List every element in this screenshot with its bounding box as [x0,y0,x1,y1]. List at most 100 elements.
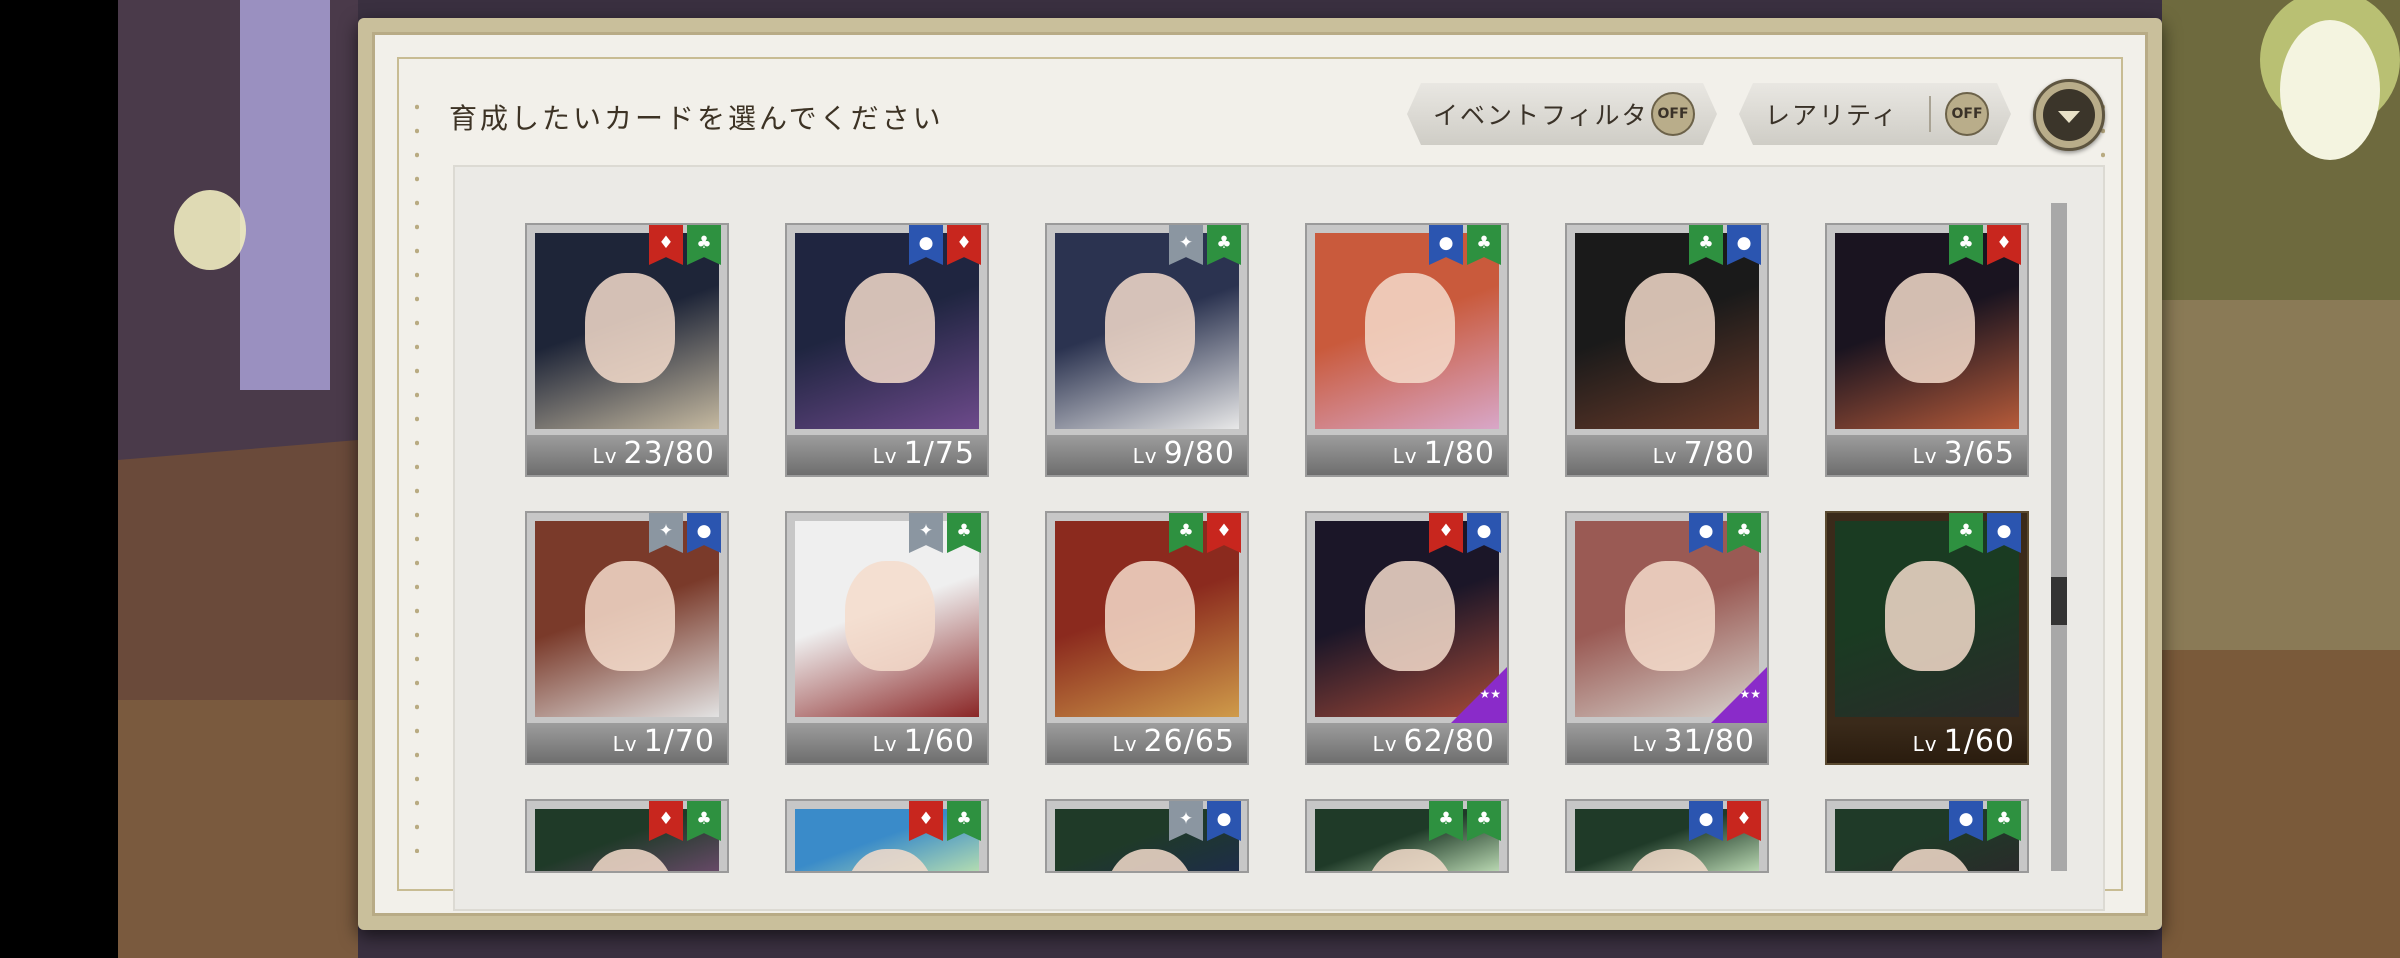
left-letterbox [0,0,118,958]
card-item[interactable]: ♣ ● Lv 7/80 [1565,223,1769,477]
character-face [585,273,675,383]
card-item[interactable]: ✦ ♣ Lv 1/60 [785,511,989,765]
card-level: Lv 23/80 [593,436,715,471]
scrollbar-thumb[interactable] [2051,577,2067,625]
rarity-stars-badge: ★★ [1449,667,1507,725]
card-item[interactable]: ✦ ● [1045,799,1249,873]
level-prefix: Lv [1392,444,1418,468]
card-item[interactable]: ● ♣ ★★ Lv 31/80 [1565,511,1769,765]
character-face [1885,561,1975,671]
card-item[interactable]: ♣ ♦ Lv 26/65 [1045,511,1249,765]
level-bar: Lv 1/75 [787,435,987,475]
level-prefix: Lv [1912,444,1938,468]
level-bar: Lv 23/80 [527,435,727,475]
level-prefix: Lv [1912,732,1938,756]
character-face [1365,849,1455,871]
character-face [585,849,675,871]
level-bar: Lv 1/80 [1307,435,1507,475]
card-item[interactable]: ♣ ♦ Lv 3/65 [1825,223,2029,477]
level-bar: Lv 1/60 [787,723,987,763]
level-value: 3/65 [1943,436,2015,471]
level-value: 23/80 [623,436,715,471]
card-item[interactable]: ✦ ● Lv 1/70 [525,511,729,765]
level-value: 9/80 [1163,436,1235,471]
card-level: Lv 1/70 [613,724,715,759]
card-select-panel: 育成したいカードを選んでください イベントフィルタ OFF レアリティ OFF … [358,18,2162,930]
level-value: 1/75 [903,436,975,471]
character-face [1625,273,1715,383]
panel-inner: 育成したいカードを選んでください イベントフィルタ OFF レアリティ OFF … [372,32,2148,916]
level-prefix: Lv [1132,444,1158,468]
character-face [1105,561,1195,671]
scrollbar[interactable] [2051,203,2067,871]
card-level: Lv 1/80 [1393,436,1495,471]
card-item[interactable]: ♦ ● ★★ Lv 62/80 [1305,511,1509,765]
level-prefix: Lv [1652,444,1678,468]
card-level: Lv 7/80 [1653,436,1755,471]
rarity-filter-off-badge: OFF [1945,92,1989,136]
card-level: Lv 1/60 [873,724,975,759]
chevron-down-icon [2043,89,2095,141]
card-level: Lv 9/80 [1133,436,1235,471]
level-bar: Lv 3/65 [1827,435,2027,475]
card-level: Lv 62/80 [1373,724,1495,759]
character-face [1105,273,1195,383]
character-face [1365,273,1455,383]
character-face [1885,273,1975,383]
card-item[interactable]: ♦ ♣ Lv 23/80 [525,223,729,477]
card-item[interactable]: ● ♣ Lv 1/80 [1305,223,1509,477]
card-item[interactable]: ✦ ♣ Lv 9/80 [1045,223,1249,477]
level-value: 1/60 [903,724,975,759]
level-value: 1/70 [643,724,715,759]
character-face [1625,561,1715,671]
level-value: 7/80 [1683,436,1755,471]
character-face [845,561,935,671]
level-prefix: Lv [872,444,898,468]
card-item[interactable]: ♦ ♣ [785,799,989,873]
level-bar: Lv 31/80 [1567,723,1767,763]
card-list[interactable]: ♦ ♣ Lv 23/80 ● ♦ Lv 1/75 ✦ ♣ Lv 9/80 ● ♣ Lv 1/80 ♣ ● Lv 7/8… [453,165,2105,911]
character-face [1105,849,1195,871]
rarity-stars-badge: ★★ [1709,667,1767,725]
card-level: Lv 1/75 [873,436,975,471]
divider [1929,96,1931,132]
level-bar: Lv 1/70 [527,723,727,763]
rarity-filter-label: レアリティ [1765,101,1899,130]
level-prefix: Lv [1632,732,1658,756]
level-value: 1/80 [1423,436,1495,471]
character-face [1625,849,1715,871]
sort-dropdown-button[interactable] [2033,79,2105,151]
card-level: Lv 31/80 [1633,724,1755,759]
card-level: Lv 1/60 [1913,724,2015,759]
card-item[interactable]: ♣ ♣ [1305,799,1509,873]
decorative-dots-left [415,95,419,853]
card-item[interactable]: ♣ ● Lv 1/60 [1825,511,2029,765]
level-bar: Lv 26/65 [1047,723,1247,763]
card-level: Lv 3/65 [1913,436,2015,471]
rarity-filter-button[interactable]: レアリティ OFF [1739,83,2011,145]
level-prefix: Lv [592,444,618,468]
card-item[interactable]: ♦ ♣ [525,799,729,873]
level-value: 26/65 [1143,724,1235,759]
event-filter-label: イベントフィルタ [1433,101,1649,130]
character-face [1365,561,1455,671]
card-item[interactable]: ● ♦ [1565,799,1769,873]
card-item[interactable]: ● ♣ [1825,799,2029,873]
page-title: 育成したいカードを選んでください [449,102,944,135]
level-value: 62/80 [1403,724,1495,759]
level-prefix: Lv [872,732,898,756]
event-filter-off-badge: OFF [1651,92,1695,136]
card-item[interactable]: ● ♦ Lv 1/75 [785,223,989,477]
character-face [1885,849,1975,871]
level-bar: Lv 62/80 [1307,723,1507,763]
card-level: Lv 26/65 [1113,724,1235,759]
level-prefix: Lv [612,732,638,756]
character-face [845,273,935,383]
character-face [585,561,675,671]
level-bar: Lv 1/60 [1827,723,2027,763]
level-prefix: Lv [1372,732,1398,756]
event-filter-button[interactable]: イベントフィルタ OFF [1407,83,1717,145]
character-face [845,849,935,871]
level-value: 31/80 [1663,724,1755,759]
level-value: 1/60 [1943,724,2015,759]
